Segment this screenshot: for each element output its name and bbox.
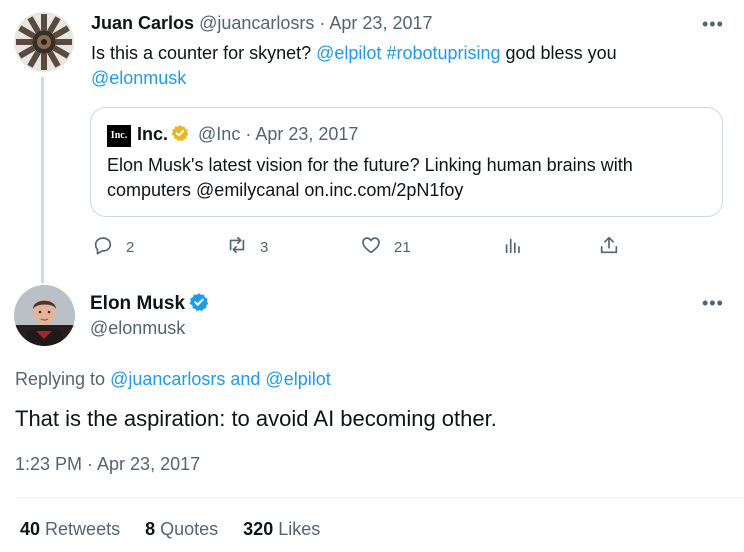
- main-author-name[interactable]: Elon Musk: [90, 293, 185, 314]
- quoted-tweet-card[interactable]: Inc. Inc. @Inc · Apr 23, 2017 Elon Musk'…: [90, 107, 723, 217]
- retweets-stat-count: 40: [20, 519, 41, 539]
- reply-icon: [92, 234, 114, 260]
- parent-date[interactable]: Apr 23, 2017: [329, 13, 432, 33]
- parent-author-handle[interactable]: @juancarlosrs: [199, 13, 314, 33]
- mention-elonmusk[interactable]: @elonmusk: [91, 68, 186, 88]
- inc-logo-icon: Inc.: [107, 125, 131, 147]
- reply-count: 2: [126, 238, 135, 256]
- retweet-icon: [226, 234, 248, 260]
- replying-prefix: Replying to: [15, 369, 111, 389]
- quote-author-handle: @Inc: [198, 124, 241, 144]
- parent-author-name[interactable]: Juan Carlos: [91, 13, 194, 33]
- quote-header: Inc. @Inc · Apr 23, 2017: [137, 124, 358, 145]
- engagement-stats: 40 Retweets 8 Quotes 320 Likes: [20, 519, 320, 540]
- thread-line: [41, 77, 44, 283]
- quote-separator: ·: [245, 124, 252, 144]
- replying-to: Replying to @juancarlosrs and @elpilot: [15, 369, 331, 390]
- retweets-stat[interactable]: 40 Retweets: [20, 519, 120, 540]
- replying-and[interactable]: and: [225, 369, 265, 389]
- quotes-stat-count: 8: [145, 519, 156, 539]
- quote-author-name: Inc.: [137, 124, 169, 144]
- likes-stat-count: 320: [243, 519, 274, 539]
- like-count: 21: [394, 238, 411, 256]
- quote-text: Elon Musk's latest vision for the future…: [107, 155, 633, 200]
- verified-badge-icon: [189, 292, 209, 312]
- parent-more-icon[interactable]: •••: [702, 15, 724, 33]
- likes-stat[interactable]: 320 Likes: [243, 519, 320, 540]
- main-tweet-text: That is the aspiration: to avoid AI beco…: [15, 406, 497, 431]
- replying-user-juancarlosrs[interactable]: @juancarlosrs: [110, 369, 225, 389]
- main-author-name-row: Elon Musk: [90, 292, 209, 315]
- views-icon: [502, 234, 524, 260]
- main-timestamp[interactable]: 1:23 PM · Apr 23, 2017: [15, 454, 200, 475]
- share-icon: [598, 234, 620, 260]
- likes-stat-label: Likes: [278, 519, 321, 539]
- main-more-icon[interactable]: •••: [702, 294, 724, 312]
- share-button[interactable]: [598, 234, 620, 260]
- parent-text-middle: god bless you: [500, 43, 617, 63]
- parent-header: Juan Carlos @juancarlosrs · Apr 23, 2017: [91, 13, 432, 34]
- like-icon: [360, 234, 382, 260]
- parent-tweet-text: Is this a counter for skynet? @elpilot #…: [91, 41, 711, 91]
- reply-button[interactable]: 2: [92, 234, 134, 260]
- quotes-stat-label: Quotes: [160, 519, 219, 539]
- replying-user-elpilot[interactable]: @elpilot: [265, 369, 330, 389]
- parent-avatar[interactable]: [14, 12, 74, 72]
- verified-badge-icon: [171, 124, 189, 142]
- retweets-stat-label: Retweets: [45, 519, 121, 539]
- main-avatar[interactable]: [14, 285, 75, 346]
- retweet-button[interactable]: 3: [226, 234, 268, 260]
- quote-date: Apr 23, 2017: [255, 124, 359, 144]
- quotes-stat[interactable]: 8 Quotes: [145, 519, 218, 540]
- hashtag-robotuprising[interactable]: #robotuprising: [386, 43, 500, 63]
- like-button[interactable]: 21: [360, 234, 411, 260]
- parent-text-prefix: Is this a counter for skynet?: [91, 43, 317, 63]
- main-author-handle[interactable]: @elonmusk: [90, 318, 185, 339]
- retweet-count: 3: [260, 238, 269, 256]
- views-button[interactable]: [502, 234, 524, 260]
- parent-separator: ·: [319, 13, 326, 33]
- mention-elpilot[interactable]: @elpilot: [316, 43, 381, 63]
- divider: [15, 497, 744, 498]
